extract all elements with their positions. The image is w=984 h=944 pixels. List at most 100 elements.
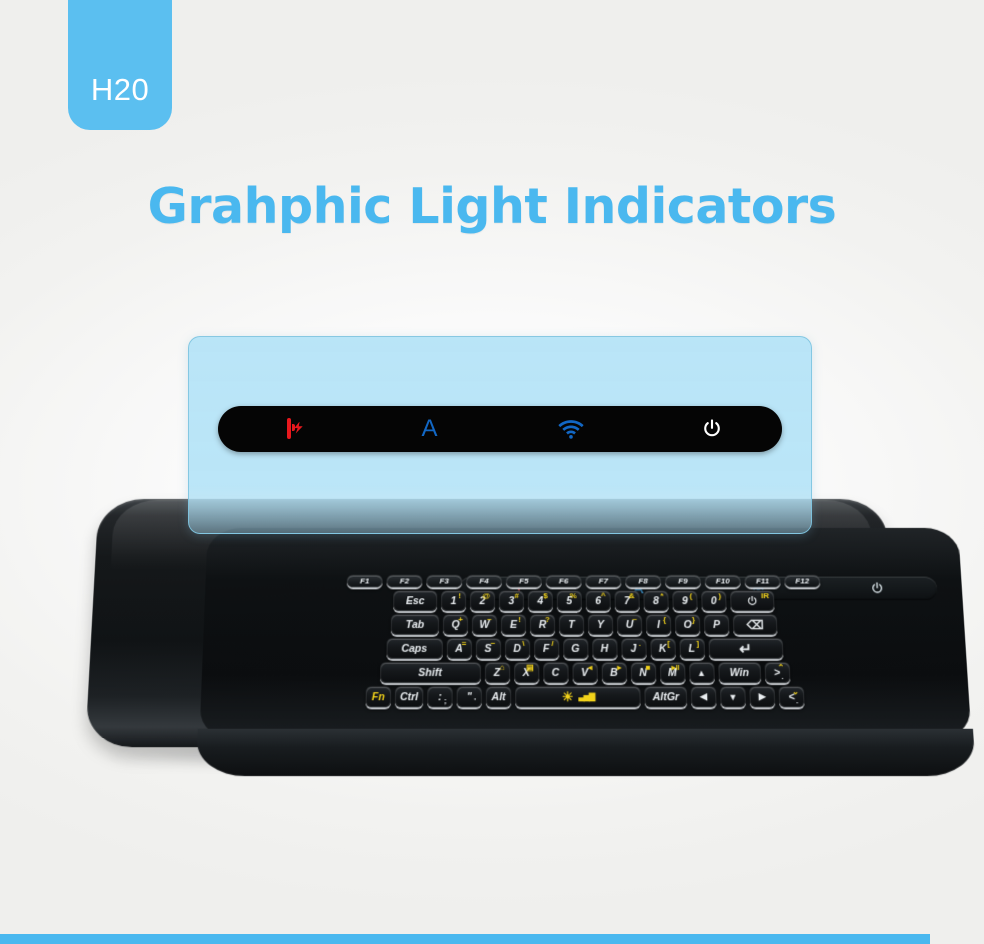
- key-f12[interactable]: F12: [784, 574, 821, 588]
- key-5[interactable]: 5%: [556, 590, 582, 612]
- key-2[interactable]: 2 @: [470, 590, 495, 612]
- key-v[interactable]: V ◂: [571, 661, 598, 684]
- key-secondary-label: .: [638, 638, 642, 648]
- key-label: F2: [399, 576, 410, 586]
- product-badge-label: H20: [90, 72, 150, 107]
- key-secondary-label: =: [461, 638, 467, 648]
- key-q[interactable]: Q +: [442, 614, 469, 635]
- key-f11[interactable]: F11: [744, 574, 781, 588]
- key-6[interactable]: 6 ^: [585, 590, 611, 612]
- key-r[interactable]: R?: [529, 614, 556, 635]
- key-altgr[interactable]: AltGr: [644, 686, 688, 708]
- key-1[interactable]: 1!: [441, 590, 467, 612]
- key-alt[interactable]: Alt: [485, 686, 512, 708]
- key-u[interactable]: U ~: [616, 614, 643, 635]
- key-enter[interactable]: ↵: [707, 637, 783, 659]
- key-i[interactable]: I{: [645, 614, 672, 635]
- key-win[interactable]: Win: [717, 661, 761, 684]
- key-[interactable]: :;: [427, 686, 453, 708]
- key-f8[interactable]: F8: [625, 574, 662, 588]
- key-arrow-down[interactable]: ▼: [720, 686, 747, 708]
- key-secondary-label: *: [660, 591, 664, 601]
- key-7[interactable]: 7 &: [614, 590, 640, 612]
- key-secondary-label: ^: [600, 591, 606, 601]
- key-n[interactable]: N ■: [630, 661, 656, 684]
- keyboard-front-lip: [195, 728, 977, 777]
- key-arrow-right[interactable]: ▶: [749, 686, 776, 708]
- key-j[interactable]: J.: [620, 637, 647, 659]
- key-s[interactable]: S −: [475, 637, 501, 659]
- key-f6[interactable]: F6: [545, 574, 582, 588]
- key-f[interactable]: F /: [533, 637, 559, 659]
- key-secondary-label: !: [518, 615, 522, 624]
- key-b[interactable]: B ▸: [601, 661, 627, 684]
- key-f9[interactable]: F9: [664, 574, 702, 588]
- key-e[interactable]: E!: [500, 614, 527, 635]
- key-[interactable]: < ⌄.: [778, 686, 805, 708]
- key-y[interactable]: Y: [587, 614, 614, 635]
- key-h[interactable]: H: [591, 637, 618, 659]
- key-arrow-up[interactable]: ▲: [688, 661, 715, 684]
- key-label: H: [600, 642, 609, 655]
- key-ctrl[interactable]: Ctrl: [394, 686, 424, 708]
- key-f7[interactable]: F7: [585, 574, 622, 588]
- key-o[interactable]: O}: [674, 614, 701, 635]
- key-label: G: [571, 642, 580, 655]
- key-f10[interactable]: F10: [704, 574, 741, 588]
- key-secondary-label: +: [458, 615, 464, 624]
- key-f5[interactable]: F5: [505, 574, 542, 588]
- key-label: 9: [681, 594, 689, 607]
- key-backspace[interactable]: ⌫: [732, 614, 778, 635]
- key-secondary-label: \: [522, 638, 525, 648]
- key-3[interactable]: 3 #: [498, 590, 524, 612]
- key-secondary-label: ⌃: [777, 662, 785, 672]
- key-f4[interactable]: F4: [466, 574, 502, 588]
- key-secondary-label: ▤: [526, 662, 534, 672]
- key-label: ": [466, 690, 472, 703]
- key-tab[interactable]: Tab: [390, 614, 440, 635]
- key-arrow-left[interactable]: ◀: [690, 686, 717, 708]
- key-[interactable]: > ⌃.: [764, 661, 791, 684]
- key-shift[interactable]: Shift: [379, 661, 481, 684]
- key-l[interactable]: L]: [678, 637, 705, 659]
- key-label: AltGr: [652, 690, 680, 703]
- key-f1[interactable]: F1: [346, 574, 383, 588]
- key-label: T: [568, 618, 575, 631]
- key-z[interactable]: Z ⌂: [484, 661, 510, 684]
- key-fn[interactable]: Fn: [365, 686, 392, 708]
- key-d[interactable]: D \: [504, 637, 530, 659]
- key-x[interactable]: X ▤: [513, 661, 539, 684]
- key-label: :: [438, 690, 442, 703]
- key-f3[interactable]: F3: [426, 574, 463, 588]
- key-space-brightness[interactable]: ☀ ▃▅▇: [515, 686, 641, 708]
- key-4[interactable]: 4 $: [527, 590, 553, 612]
- key-tertiary-label: .: [781, 671, 784, 682]
- key-m[interactable]: M ▸‖: [659, 661, 686, 684]
- key-power[interactable]: IR: [730, 590, 775, 612]
- key-label: I: [656, 618, 661, 631]
- key-t[interactable]: T: [558, 614, 585, 635]
- key-w[interactable]: W −: [471, 614, 498, 635]
- key-secondary-label: ■: [645, 662, 651, 672]
- key-a[interactable]: A =: [446, 637, 472, 659]
- key-caps[interactable]: Caps: [385, 637, 443, 659]
- key-f2[interactable]: F2: [386, 574, 423, 588]
- key-label: E: [509, 618, 518, 631]
- key-c[interactable]: C: [542, 661, 569, 684]
- key-secondary-label: (: [689, 591, 693, 601]
- key-k[interactable]: K[: [649, 637, 676, 659]
- key-9[interactable]: 9(: [672, 590, 698, 612]
- key-label: F4: [479, 576, 489, 586]
- key-esc[interactable]: Esc: [393, 590, 438, 612]
- key-[interactable]: " ': [456, 686, 482, 708]
- key-g[interactable]: G: [562, 637, 588, 659]
- key-8[interactable]: 8 *: [643, 590, 669, 612]
- key-secondary-label: ⌄: [792, 687, 800, 697]
- keyboard-body: A F1 F2 F3 F4 F5 F6 F7 F8 F9 F10 F11 F12 Esc 1! 2 @3 #4 $…: [85, 498, 977, 777]
- key-0[interactable]: 0): [701, 590, 727, 612]
- key-p[interactable]: P: [703, 614, 730, 635]
- power-icon: [641, 418, 782, 440]
- indicator-bar-zoom: A: [218, 406, 782, 452]
- key-row-function: F1 F2 F3 F4 F5 F6 F7 F8 F9 F10 F11 F12: [94, 574, 984, 588]
- key-label: Fn: [371, 690, 385, 703]
